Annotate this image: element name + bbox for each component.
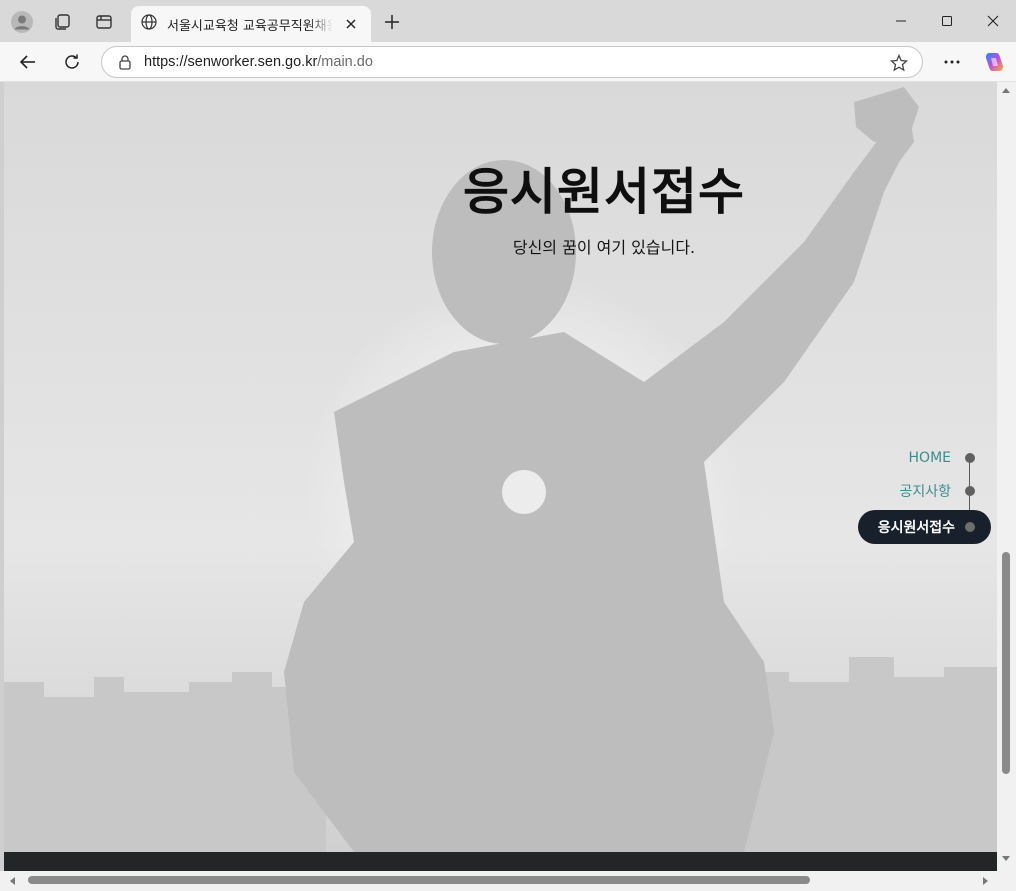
- globe-icon: [141, 14, 157, 34]
- vertical-scroll-thumb[interactable]: [1002, 552, 1010, 774]
- footer-band: [4, 852, 997, 871]
- page-subtitle: 당신의 꿈이 여기 있습니다.: [512, 238, 696, 257]
- nav-item-application[interactable]: 응시원서접수: [857, 510, 991, 544]
- nav-item-label: 응시원서접수: [877, 520, 955, 536]
- active-tab[interactable]: 서울시교육청 교육공무직원채용 시스템: [131, 6, 371, 42]
- browser-toolbar: https://senworker.sen.go.kr/main.do: [0, 42, 1016, 82]
- minimize-icon[interactable]: [878, 0, 924, 42]
- profile-icon[interactable]: [6, 6, 38, 38]
- url-host: https://senworker.sen.go.kr: [144, 54, 318, 70]
- nav-item-label: 공지사항: [899, 484, 951, 500]
- close-tab-icon[interactable]: [341, 14, 361, 34]
- lock-icon[interactable]: [118, 54, 132, 70]
- favorite-star-icon[interactable]: [890, 54, 908, 72]
- url-text[interactable]: https://senworker.sen.go.kr/main.do: [144, 54, 373, 70]
- back-icon[interactable]: [12, 46, 44, 78]
- vertical-scrollbar[interactable]: [997, 82, 1016, 871]
- close-window-icon[interactable]: [970, 0, 1016, 42]
- address-bar[interactable]: https://senworker.sen.go.kr/main.do: [101, 46, 923, 78]
- page-title: 응시원서접수: [463, 163, 745, 221]
- side-navigation: HOME 공지사항 응시원서접수: [777, 444, 997, 554]
- scroll-down-arrow-icon[interactable]: [1002, 856, 1010, 861]
- nav-dot-icon: [965, 522, 975, 532]
- scroll-right-arrow-icon[interactable]: [983, 877, 988, 885]
- nav-dot-icon: [965, 453, 975, 463]
- horizontal-scrollbar[interactable]: [0, 871, 1016, 891]
- scroll-left-arrow-icon[interactable]: [10, 877, 15, 885]
- collections-icon[interactable]: [46, 6, 78, 38]
- page-viewport: 응시원서접수 당신의 꿈이 여기 있습니다. HOME 공지사항 응시원서접수: [4, 82, 997, 871]
- more-options-icon[interactable]: [936, 46, 968, 78]
- maximize-icon[interactable]: [924, 0, 970, 42]
- nav-item-home[interactable]: HOME: [909, 444, 997, 472]
- scroll-up-arrow-icon[interactable]: [1002, 88, 1010, 93]
- tab-title: 서울시교육청 교육공무직원채용 시스템: [167, 18, 333, 34]
- nav-dot-icon: [965, 486, 975, 496]
- tab-actions-icon[interactable]: [88, 6, 120, 38]
- url-path: /main.do: [317, 54, 373, 70]
- tab-bar: 서울시교육청 교육공무직원채용 시스템: [0, 0, 1016, 42]
- refresh-icon[interactable]: [56, 46, 88, 78]
- horizontal-scroll-thumb[interactable]: [28, 876, 810, 884]
- new-tab-icon[interactable]: [376, 6, 408, 38]
- copilot-icon[interactable]: [977, 46, 1009, 78]
- nav-item-label: HOME: [908, 450, 951, 466]
- nav-item-notice[interactable]: 공지사항: [899, 477, 997, 505]
